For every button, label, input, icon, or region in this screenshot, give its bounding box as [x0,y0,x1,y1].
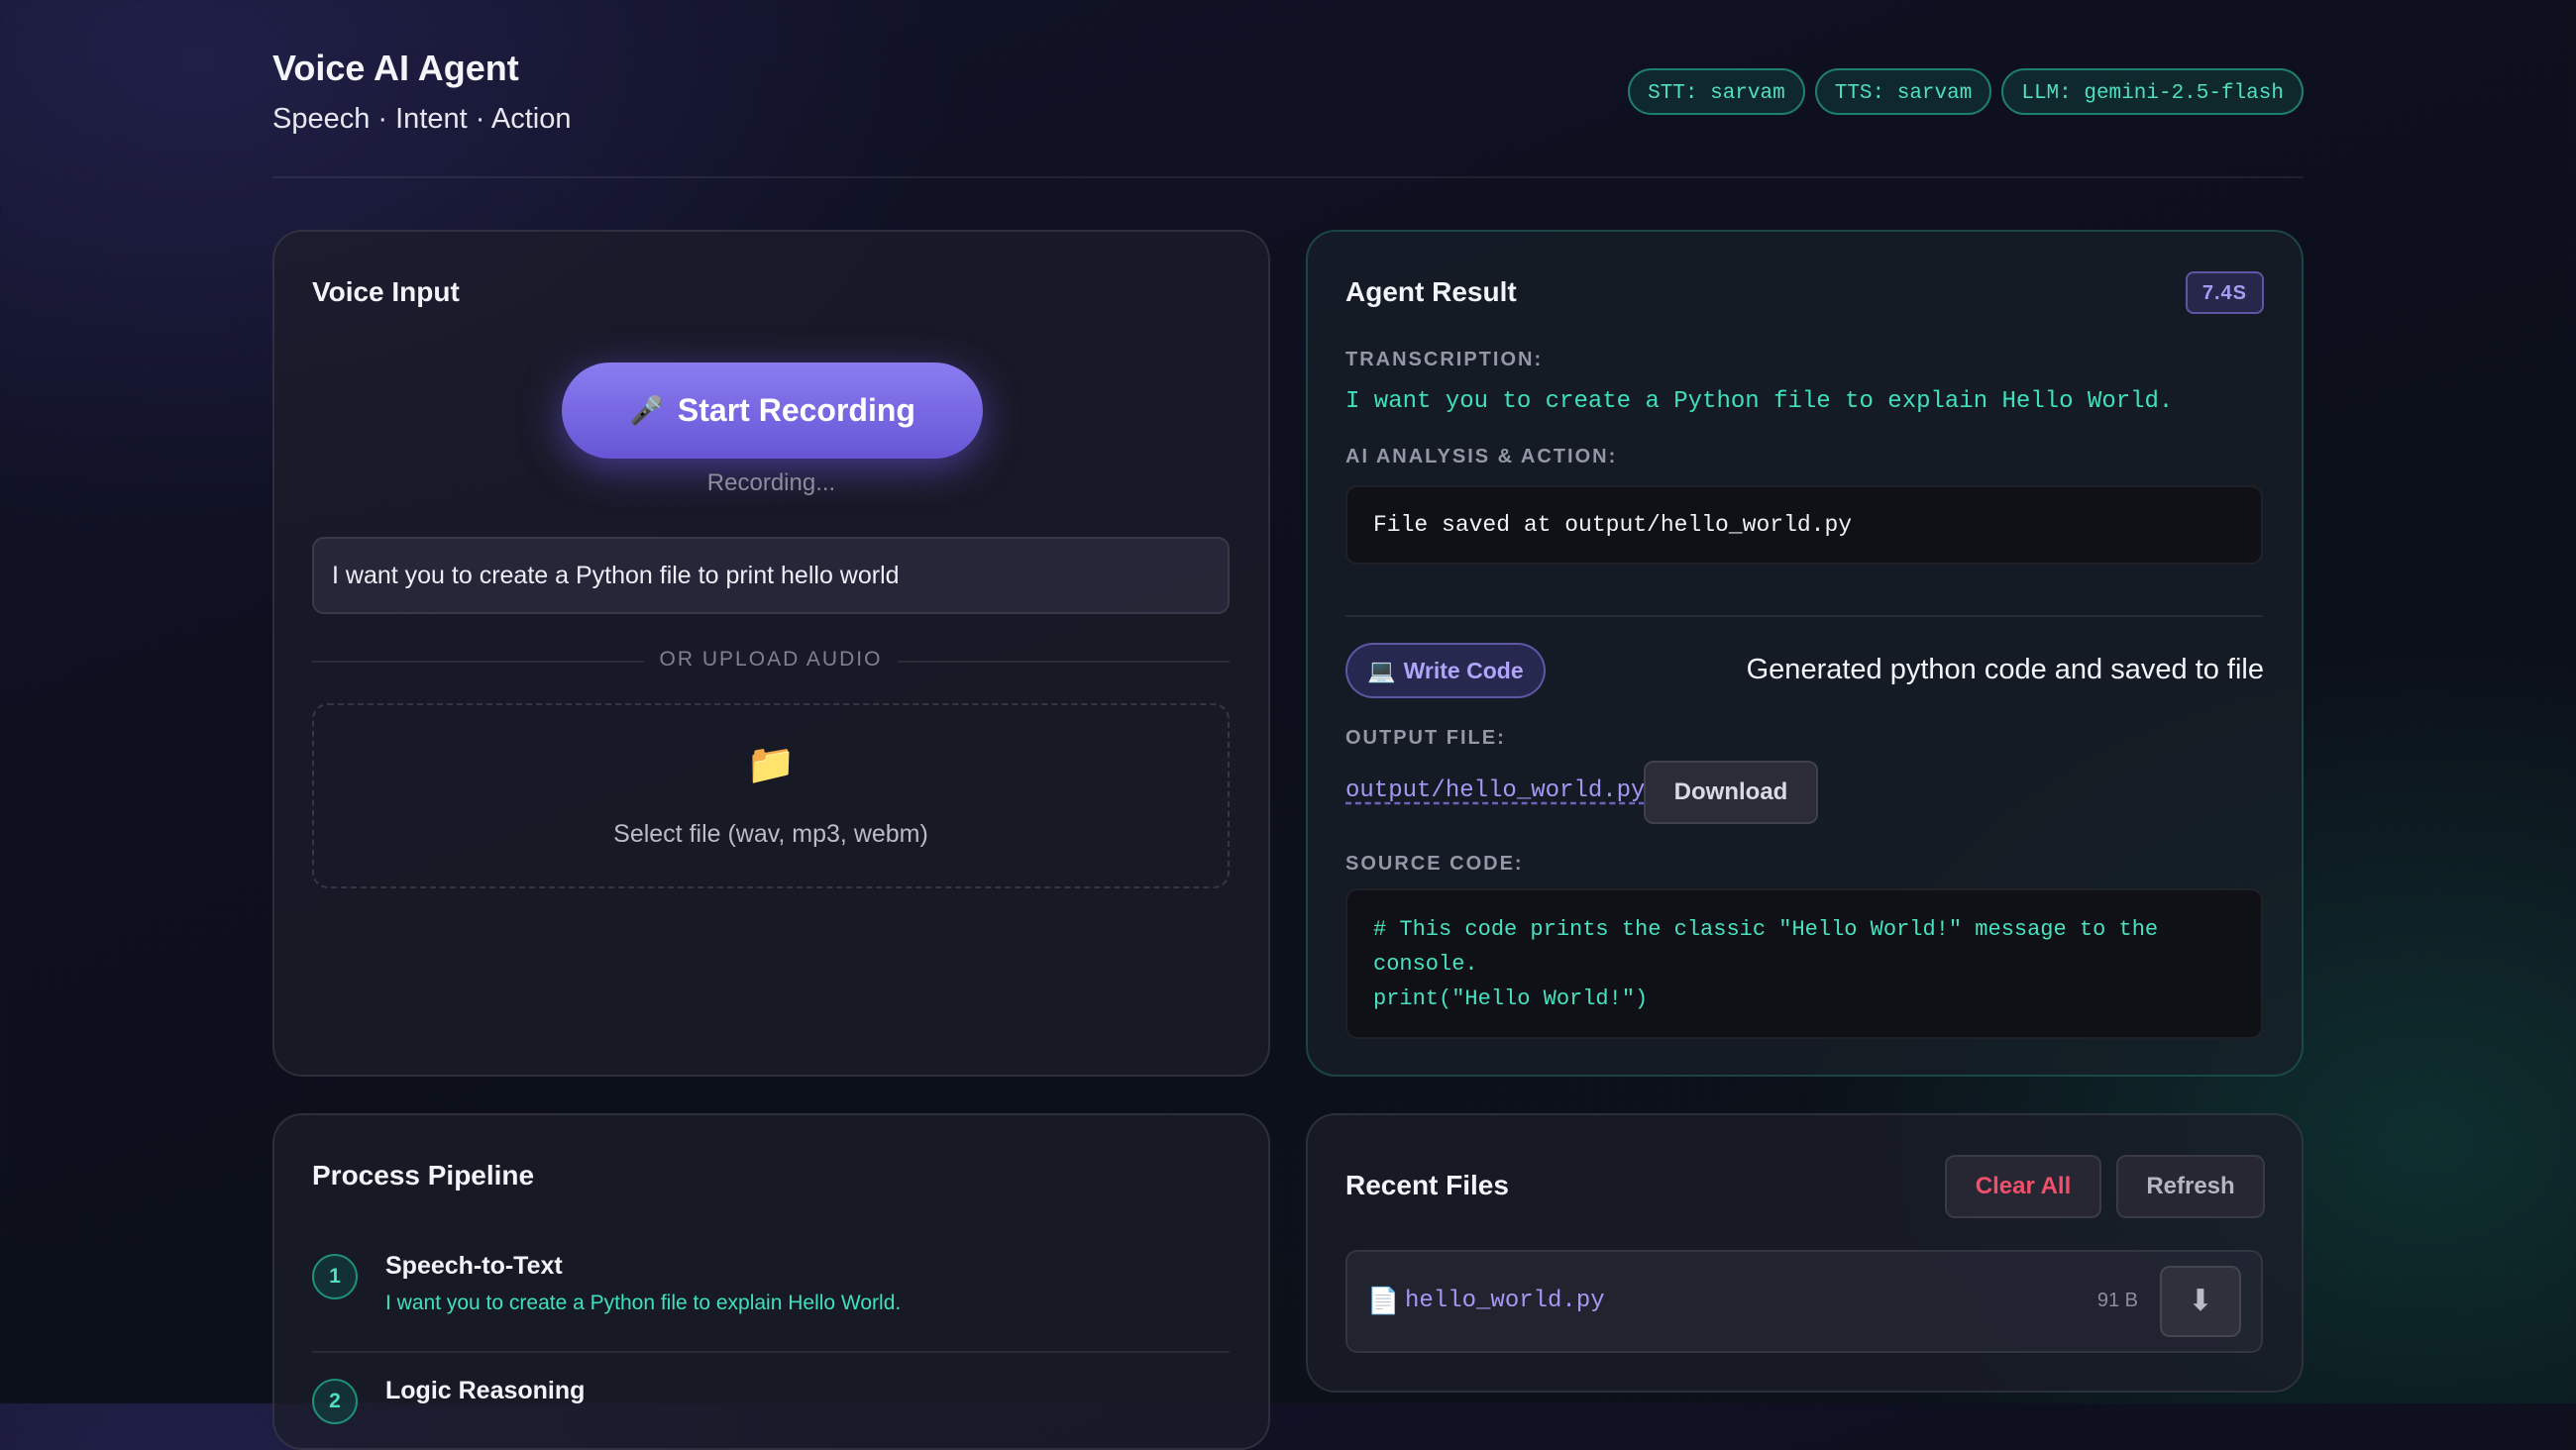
or-upload-divider: OR UPLOAD AUDIO [312,646,1230,675]
file-size: 91 B [2096,1290,2138,1311]
start-recording-button[interactable]: 🎤 Start Recording [562,362,983,459]
file-row: 📄 hello_world.py 91 B ⬇ [1345,1250,2263,1353]
intent-description: Generated python code and saved to file [1746,654,2264,685]
microphone-icon: 🎤 [629,395,664,426]
or-upload-label: OR UPLOAD AUDIO [659,648,883,671]
step-number: 1 [312,1254,358,1299]
agent-result-title: Agent Result [1345,276,1517,307]
step-title: Speech-to-Text [385,1252,563,1280]
agent-result-card: Agent Result 7.4S TRANSCRIPTION: I want … [1306,230,2304,1077]
refresh-button[interactable]: Refresh [2116,1155,2265,1218]
process-pipeline-card: Process Pipeline 1 Speech-to-Text I want… [272,1113,1270,1450]
file-icon: 📄 [1367,1286,1400,1315]
step-detail: I want you to create a Python file to ex… [385,1292,902,1314]
step-number: 2 [312,1379,358,1424]
source-code-label: SOURCE CODE: [1345,853,1524,875]
app-subtitle: Speech · Intent · Action [272,103,572,135]
download-button[interactable]: Download [1644,761,1818,824]
result-divider [1345,615,2263,617]
transcription-text: I want you to create a Python file to ex… [1345,388,2174,415]
start-recording-label: Start Recording [677,392,915,428]
recent-files-card: Recent Files Clear All Refresh 📄 hello_w… [1306,1113,2304,1393]
clear-all-button[interactable]: Clear All [1945,1155,2101,1218]
pipeline-title: Process Pipeline [312,1160,535,1191]
recent-files-title: Recent Files [1345,1170,1509,1200]
step-title: Logic Reasoning [385,1377,586,1404]
llm-badge: LLM: gemini-2.5-flash [2001,68,2304,115]
file-name-link[interactable]: hello_world.py [1405,1288,1605,1314]
step-divider [312,1351,1230,1353]
output-file-label: OUTPUT FILE: [1345,727,1506,749]
recording-status: Recording... [706,469,836,496]
tts-badge: TTS: sarvam [1814,68,1992,115]
app-title: Voice AI Agent [272,48,519,88]
stt-badge: STT: sarvam [1628,68,1805,115]
elapsed-time-badge: 7.4S [2185,271,2264,314]
analysis-label: AI ANALYSIS & ACTION: [1345,446,1618,467]
upload-hint: Select file (wav, mp3, webm) [613,820,928,848]
output-file-link[interactable]: output/hello_world.py [1345,777,1645,804]
download-icon: ⬇ [2188,1285,2213,1317]
intent-label: Write Code [1403,657,1524,683]
file-download-button[interactable]: ⬇ [2160,1266,2241,1337]
source-code-block: # This code prints the classic "Hello Wo… [1345,888,2263,1039]
voice-input-card: Voice Input 🎤 Start Recording Recording.… [272,230,1270,1077]
folder-icon: 📁 [746,743,796,786]
audio-upload-dropzone[interactable]: 📁 Select file (wav, mp3, webm) [312,703,1230,888]
transcription-label: TRANSCRIPTION: [1345,349,1544,370]
analysis-output: File saved at output/hello_world.py [1345,485,2263,565]
laptop-icon: 💻 [1367,657,1396,683]
intent-chip: 💻 Write Code [1345,643,1546,698]
transcript-input[interactable]: I want you to create a Python file to pr… [312,537,1230,614]
model-badges: STT: sarvam TTS: sarvam LLM: gemini-2.5-… [1628,68,2304,115]
divider-line-right [898,661,1230,663]
header-divider [272,176,2304,178]
voice-input-title: Voice Input [312,276,460,307]
